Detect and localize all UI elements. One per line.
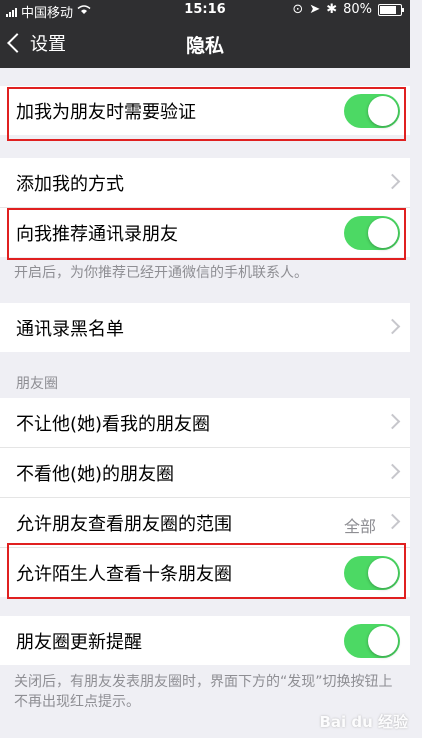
- section-moments-reminder: 朋友圈更新提醒: [0, 616, 410, 665]
- section-moments: 不让他(她)看我的朋友圈 不看他(她)的朋友圈 允许朋友查看朋友圈的范围 全部 …: [0, 398, 410, 597]
- section-contacts: 添加我的方式 向我推荐通讯录朋友: [0, 158, 410, 257]
- recommend-hint: 开启后，为你推荐已经开通微信的手机联系人。: [14, 265, 308, 281]
- battery-icon: [378, 3, 404, 16]
- moments-range-value: 全部: [343, 517, 376, 536]
- hide-their-moments-label: 不看他(她)的朋友圈: [16, 464, 175, 485]
- row-add-methods[interactable]: 添加我的方式: [0, 158, 410, 208]
- section-blacklist: 通讯录黑名单: [0, 303, 410, 352]
- row-verify: 加我为朋友时需要验证: [0, 86, 410, 135]
- row-hide-my-moments[interactable]: 不让他(她)看我的朋友圈: [0, 398, 410, 448]
- chevron-right-icon: [384, 318, 401, 335]
- toggle-knob: [368, 218, 398, 248]
- orientation-lock-icon: ⊙: [292, 2, 304, 17]
- verify-toggle[interactable]: [344, 94, 400, 128]
- recommend-label: 向我推荐通讯录朋友: [16, 224, 178, 245]
- row-strangers-view: 允许陌生人查看十条朋友圈: [0, 548, 410, 597]
- page-title: 隐私: [185, 35, 224, 57]
- row-recommend: 向我推荐通讯录朋友: [0, 208, 410, 257]
- status-bar: 中国移动 15:16 ⊙ ➤ ✱ 80%: [0, 0, 410, 21]
- toggle-knob: [368, 626, 398, 656]
- chevron-right-icon: [384, 173, 401, 190]
- location-icon: ➤: [309, 2, 321, 17]
- battery-percent: 80%: [343, 2, 372, 17]
- toggle-knob: [368, 96, 398, 126]
- add-methods-label: 添加我的方式: [16, 174, 124, 195]
- moments-reminder-hint: 关闭后，有朋友发表朋友圈时，界面下方的“发现”切换按钮上不再出现红点提示。: [14, 674, 393, 710]
- navigation-bar: 设置 隐私: [0, 20, 410, 68]
- blacklist-label: 通讯录黑名单: [16, 319, 124, 340]
- watermark-logo: Bai du 经验: [319, 713, 408, 731]
- row-moments-reminder: 朋友圈更新提醒: [0, 616, 410, 665]
- strangers-view-label: 允许陌生人查看十条朋友圈: [16, 564, 232, 585]
- moments-section-header: 朋友圈: [16, 376, 58, 392]
- section-verify: 加我为朋友时需要验证: [0, 86, 410, 135]
- bluetooth-icon: ✱: [326, 2, 338, 17]
- moments-range-label: 允许朋友查看朋友圈的范围: [16, 514, 232, 535]
- row-hide-their-moments[interactable]: 不看他(她)的朋友圈: [0, 448, 410, 498]
- moments-reminder-toggle[interactable]: [344, 624, 400, 658]
- chevron-right-icon: [384, 463, 401, 480]
- recommend-toggle[interactable]: [344, 216, 400, 250]
- verify-label: 加我为朋友时需要验证: [16, 102, 196, 123]
- chevron-right-icon: [384, 413, 401, 430]
- hide-my-moments-label: 不让他(她)看我的朋友圈: [16, 414, 211, 435]
- top-bar: 中国移动 15:16 ⊙ ➤ ✱ 80% 设置 隐私: [0, 0, 410, 68]
- row-blacklist[interactable]: 通讯录黑名单: [0, 303, 410, 352]
- strangers-view-toggle[interactable]: [344, 556, 400, 590]
- chevron-right-icon: [384, 513, 401, 530]
- moments-reminder-label: 朋友圈更新提醒: [16, 632, 142, 653]
- row-moments-range[interactable]: 允许朋友查看朋友圈的范围 全部: [0, 498, 410, 548]
- toggle-knob: [368, 558, 398, 588]
